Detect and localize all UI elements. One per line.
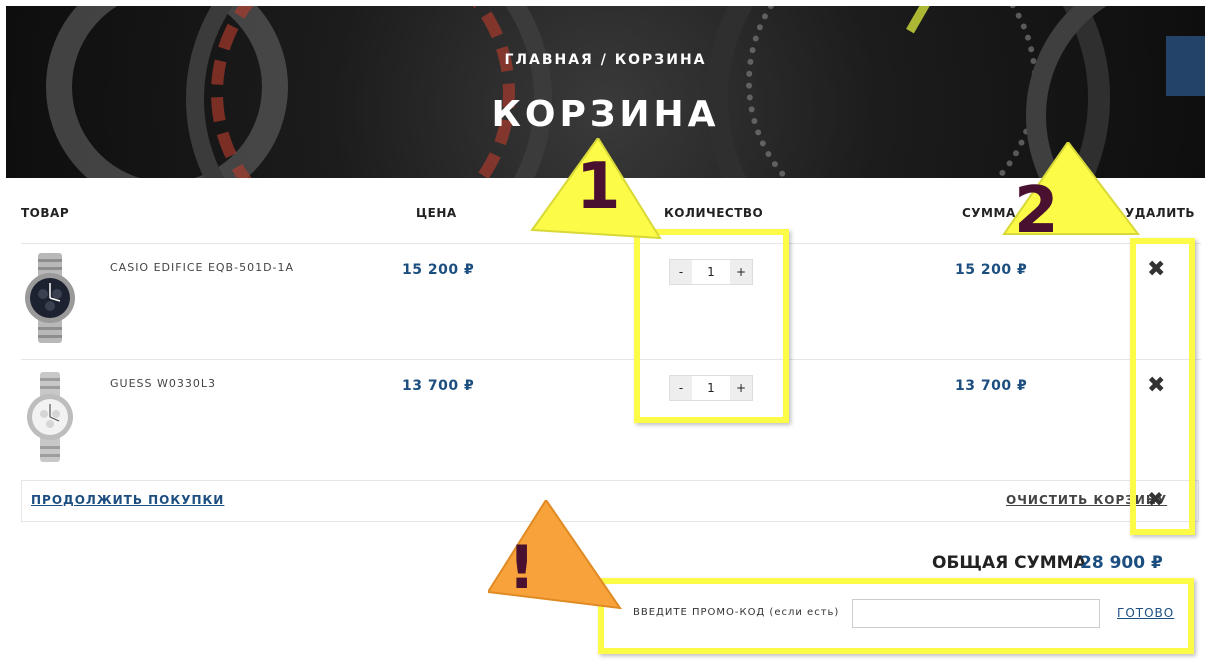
watch-bg-shape [746,6,1038,178]
product-price: 15 200 ₽ [402,262,475,278]
col-header-price: ЦЕНА [416,206,457,220]
row-divider [21,359,1201,360]
callout-warning: ! [488,500,623,610]
callout-1: 1 [530,138,662,240]
product-name[interactable]: GUESS W0330L3 [110,377,216,390]
breadcrumb[interactable]: ГЛАВНАЯ / КОРЗИНА [6,52,1205,68]
total-value: 28 900 ₽ [1080,553,1163,573]
product-name[interactable]: CASIO EDIFICE EQB-501D-1A [110,261,294,274]
col-header-product: ТОВАР [21,206,70,220]
product-sum: 15 200 ₽ [955,262,1028,278]
product-image-guess[interactable] [20,372,80,462]
product-price: 13 700 ₽ [402,378,475,394]
product-sum: 13 700 ₽ [955,378,1028,394]
page-title: КОРЗИНА [491,94,720,135]
total-label: ОБЩАЯ СУММА [932,553,1087,573]
callout-2: 2 [1002,142,1141,248]
continue-shopping-link[interactable]: ПРОДОЛЖИТЬ ПОКУПКИ [31,493,224,507]
watch-bg-shape [211,6,515,178]
product-image-casio[interactable] [20,253,80,343]
highlight-delete-box [1130,238,1195,535]
callout-1-label: 1 [576,150,621,224]
callout-2-label: 2 [1014,174,1059,248]
highlight-promo-box [598,578,1194,654]
callout-warning-label: ! [508,533,535,603]
